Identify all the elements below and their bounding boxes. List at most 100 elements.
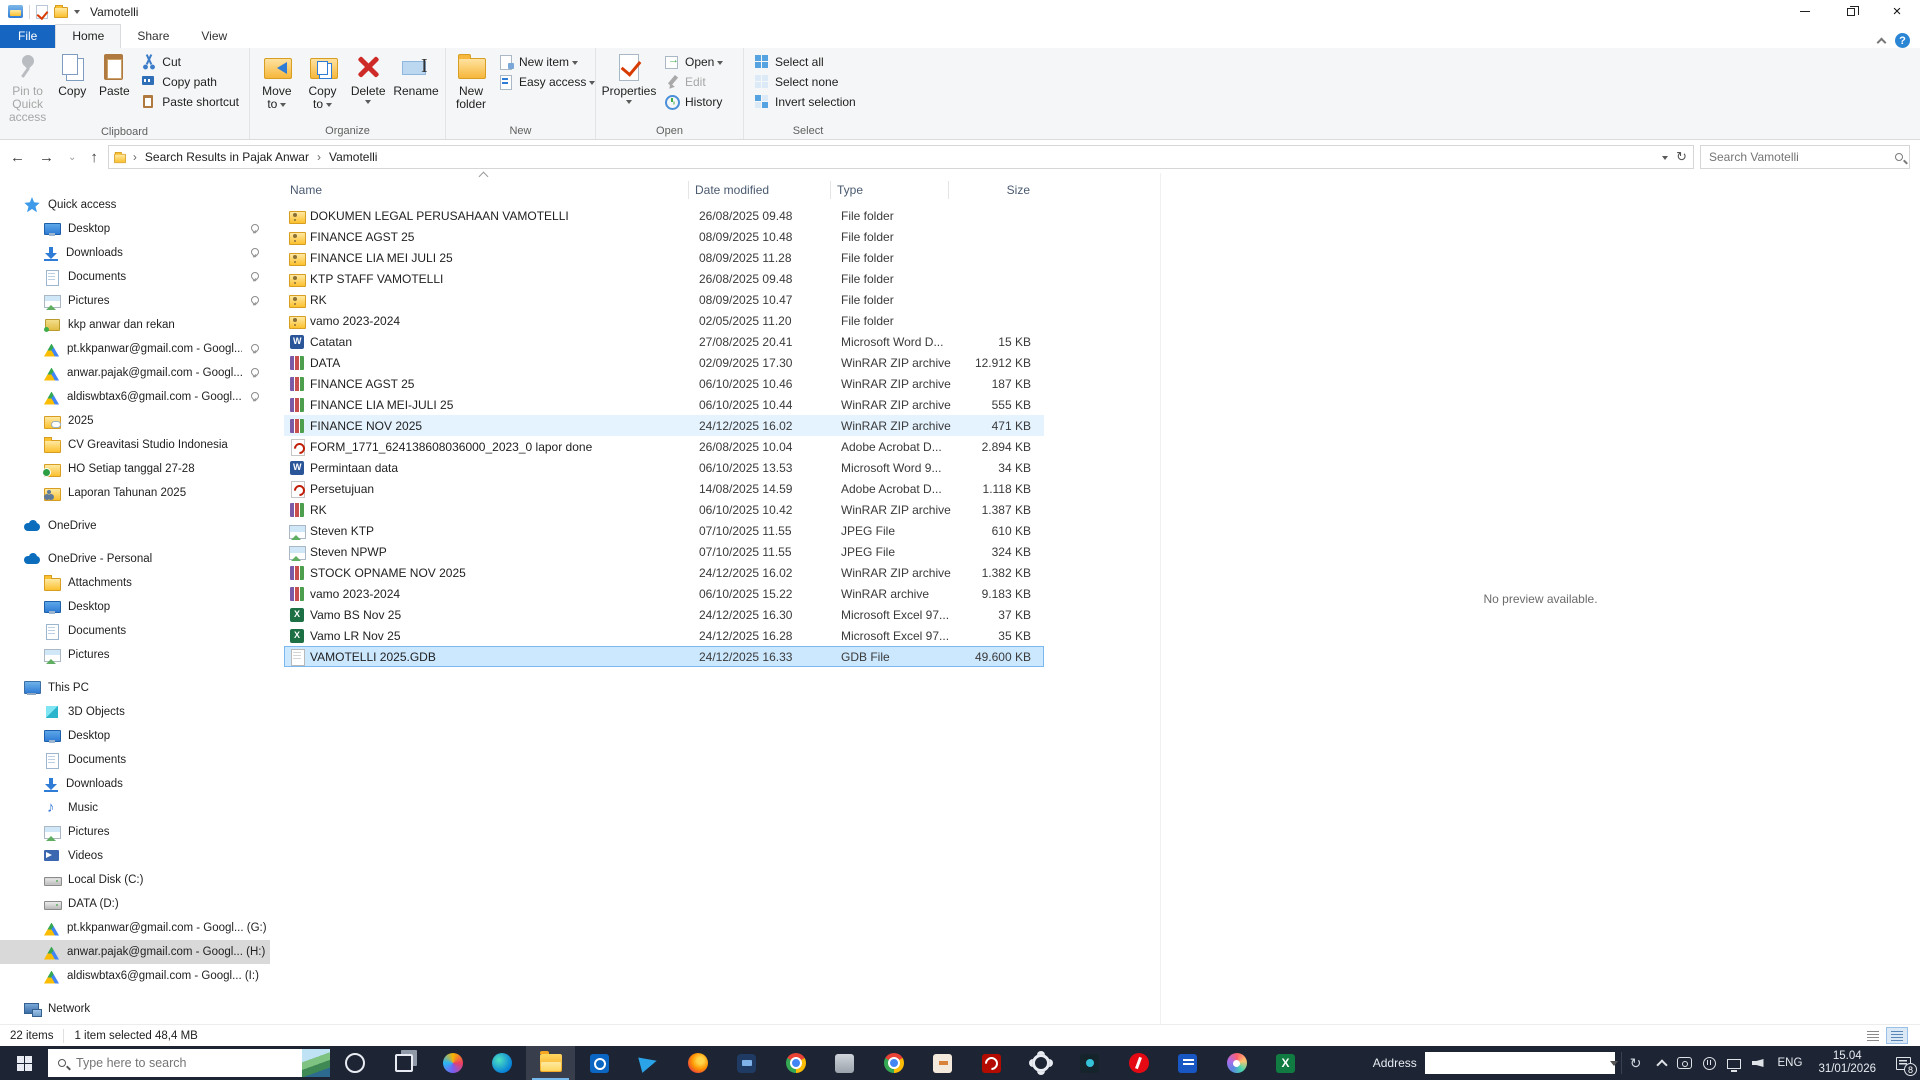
DATA[interactable]: DATA 02/09/2025 17.30 WinRAR ZIP archive… — [284, 352, 1044, 373]
column-header-name[interactable]: Name — [284, 181, 688, 199]
sidebar-item[interactable]: Documents — [0, 619, 270, 643]
RK[interactable]: RK 06/10/2025 10.42 WinRAR ZIP archive 1… — [284, 499, 1044, 520]
sidebar-item[interactable]: Desktop — [0, 217, 270, 241]
list-view-button[interactable] — [1862, 1027, 1884, 1044]
sidebar-item[interactable]: anwar.pajak@gmail.com - Googl... (H — [0, 361, 270, 385]
back-button[interactable]: ← — [6, 149, 29, 166]
refresh-icon[interactable]: ↻ — [1676, 149, 1687, 165]
sidebar-item[interactable]: pt.kkpanwar@gmail.com - Googl... (G — [0, 337, 270, 361]
properties-shortcut-icon[interactable] — [36, 5, 48, 19]
sidebar-item[interactable]: 2025 — [0, 409, 270, 433]
properties-button[interactable]: Properties — [600, 49, 658, 124]
Steven KTP[interactable]: Steven KTP 07/10/2025 11.55 JPEG File 61… — [284, 520, 1044, 541]
details-view-button[interactable] — [1886, 1027, 1908, 1044]
collapse-ribbon-icon[interactable] — [1877, 37, 1887, 47]
clock[interactable]: 15.04 31/01/2026 — [1808, 1050, 1886, 1076]
select-all-button[interactable]: Select all — [750, 52, 860, 72]
sidebar-item[interactable]: OneDrive - Personal — [0, 547, 270, 571]
sidebar-item[interactable]: Network — [0, 997, 270, 1021]
taskbar-search-input[interactable] — [74, 1055, 294, 1071]
capture-icon[interactable] — [1677, 1057, 1692, 1069]
open-button[interactable]: Open — [660, 52, 727, 72]
sidebar-item[interactable]: anwar.pajak@gmail.com - Googl... (H:) — [0, 940, 270, 964]
FINANCE LIA MEI-JULI 25[interactable]: FINANCE LIA MEI-JULI 25 06/10/2025 10.44… — [284, 394, 1044, 415]
app-icon-red[interactable] — [1114, 1046, 1163, 1080]
Persetujuan[interactable]: Persetujuan 14/08/2025 14.59 Adobe Acrob… — [284, 478, 1044, 499]
address-go-icon[interactable]: ↻ — [1621, 1052, 1650, 1074]
move-to-button[interactable]: Move to — [254, 49, 300, 124]
close-button[interactable]: × — [1874, 0, 1920, 23]
ribbon-tab[interactable]: File — [0, 25, 55, 48]
hidden-icons-chevron-icon[interactable] — [1656, 1059, 1667, 1070]
sidebar-item[interactable]: aldiswbtax6@gmail.com - Googl... (I — [0, 385, 270, 409]
sidebar-item[interactable]: Videos — [0, 844, 270, 868]
FINANCE AGST 25[interactable]: FINANCE AGST 25 08/09/2025 10.48 File fo… — [284, 226, 1044, 247]
Vamo BS Nov 25[interactable]: Vamo BS Nov 25 24/12/2025 16.30 Microsof… — [284, 604, 1044, 625]
column-header-type[interactable]: Type — [830, 181, 948, 199]
sidebar-item[interactable]: HO Setiap tanggal 27-28 — [0, 457, 270, 481]
address-box[interactable]: Search Results in Pajak Anwar Vamotelli … — [108, 145, 1694, 169]
cut-button[interactable]: Cut — [137, 52, 243, 72]
task-view-icon[interactable] — [379, 1046, 428, 1080]
sidebar-item[interactable]: OneDrive — [0, 514, 270, 538]
breadcrumb-segment[interactable]: Search Results in Pajak Anwar — [129, 147, 313, 167]
copilot-icon[interactable] — [428, 1046, 477, 1080]
minimize-button[interactable] — [1782, 0, 1828, 23]
invert-selection-button[interactable]: Invert selection — [750, 92, 860, 112]
sidebar-item[interactable]: Laporan Tahunan 2025 — [0, 481, 270, 505]
sidebar-item[interactable]: Downloads — [0, 772, 270, 796]
VAMOTELLI 2025.GDB[interactable]: VAMOTELLI 2025.GDB 24/12/2025 16.33 GDB … — [284, 646, 1044, 667]
delete-button[interactable]: Delete — [345, 49, 391, 124]
Catatan[interactable]: Catatan 27/08/2025 20.41 Microsoft Word … — [284, 331, 1044, 352]
sidebar-item[interactable]: CV Greavitasi Studio Indonesia — [0, 433, 270, 457]
FORM_1771_624138608036000_2023_0 lapor done[interactable]: FORM_1771_624138608036000_2023_0 lapor d… — [284, 436, 1044, 457]
search-highlight-image[interactable] — [302, 1049, 330, 1077]
up-button[interactable]: ↑ — [86, 149, 102, 166]
copy-path-button[interactable]: Copy path — [137, 72, 243, 92]
new-folder-button[interactable]: New folder — [450, 49, 492, 124]
chrome-icon-2[interactable] — [869, 1046, 918, 1080]
address-dropdown-icon[interactable] — [1610, 1061, 1618, 1070]
history-button[interactable]: History — [660, 92, 727, 112]
address-dropdown-icon[interactable] — [1662, 156, 1668, 163]
ribbon-tab[interactable]: Home — [55, 24, 121, 48]
sidebar-item[interactable]: Desktop — [0, 595, 270, 619]
network-icon[interactable] — [1727, 1059, 1741, 1069]
paste-button[interactable]: Paste — [93, 49, 135, 125]
recent-locations-chevron-icon[interactable]: ⌄ — [64, 152, 80, 163]
sidebar-item[interactable]: Pictures — [0, 289, 270, 313]
RK[interactable]: RK 08/09/2025 10.47 File folder — [284, 289, 1044, 310]
FINANCE AGST 25[interactable]: FINANCE AGST 25 06/10/2025 10.46 WinRAR … — [284, 373, 1044, 394]
new-folder-shortcut-icon[interactable] — [54, 7, 68, 18]
app-icon-dark[interactable] — [722, 1046, 771, 1080]
app-icon-light[interactable] — [918, 1046, 967, 1080]
search-input[interactable] — [1707, 149, 1895, 165]
sidebar-item[interactable]: Quick access — [0, 193, 270, 217]
vamo 2023-2024[interactable]: vamo 2023-2024 02/05/2025 11.20 File fol… — [284, 310, 1044, 331]
sidebar-item[interactable]: DATA (D:) — [0, 892, 270, 916]
pin-to-quick-access-button[interactable]: Pin to Quick access — [4, 49, 51, 125]
restore-button[interactable] — [1828, 0, 1874, 23]
app-icon-gray[interactable] — [820, 1046, 869, 1080]
sidebar-item[interactable]: kkp anwar dan rekan — [0, 313, 270, 337]
easy-access-button[interactable]: Easy access — [494, 72, 599, 92]
copy-to-button[interactable]: Copy to — [300, 49, 346, 124]
sidebar-item[interactable]: Local Disk (C:) — [0, 868, 270, 892]
help-icon[interactable] — [1895, 33, 1910, 48]
taskbar-search-box[interactable] — [48, 1049, 330, 1077]
sidebar-item[interactable]: Attachments — [0, 571, 270, 595]
column-header-date-modified[interactable]: Date modified — [688, 181, 830, 199]
rename-button[interactable]: Rename — [391, 49, 441, 124]
new-item-button[interactable]: New item — [494, 52, 599, 72]
copy-button[interactable]: Copy — [51, 49, 93, 125]
start-button[interactable] — [0, 1046, 48, 1080]
app-icon-colorful[interactable] — [1212, 1046, 1261, 1080]
STOCK OPNAME NOV 2025[interactable]: STOCK OPNAME NOV 2025 24/12/2025 16.02 W… — [284, 562, 1044, 583]
sidebar-item[interactable]: Documents — [0, 748, 270, 772]
file-explorer-icon[interactable] — [526, 1046, 575, 1080]
vamo 2023-2024[interactable]: vamo 2023-2024 06/10/2025 15.22 WinRAR a… — [284, 583, 1044, 604]
forward-button[interactable]: → — [35, 149, 58, 166]
sidebar-item[interactable]: 3D Objects — [0, 700, 270, 724]
DOKUMEN LEGAL PERUSAHAAN VAMOTELLI[interactable]: DOKUMEN LEGAL PERUSAHAAN VAMOTELLI 26/08… — [284, 205, 1044, 226]
notification-center-button[interactable]: 8 — [1886, 1046, 1920, 1080]
